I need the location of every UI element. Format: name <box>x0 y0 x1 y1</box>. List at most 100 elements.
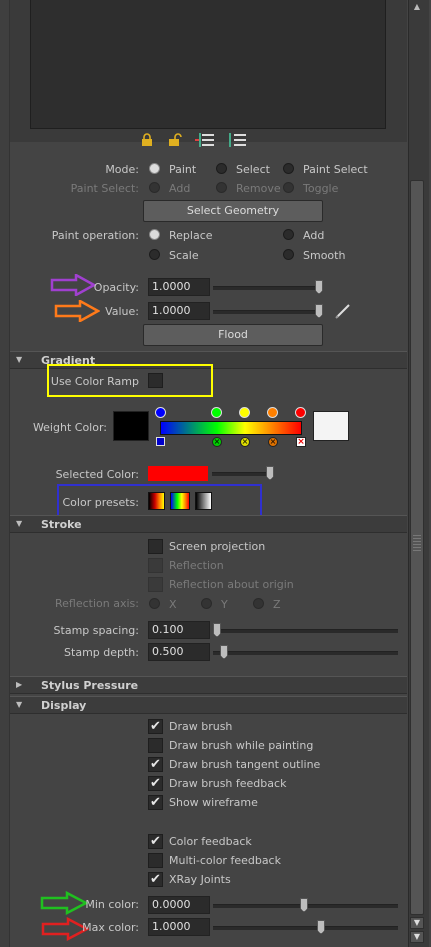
preset-grayscale-swatch[interactable] <box>195 492 212 510</box>
reflection-about-origin-checkbox[interactable] <box>148 577 163 592</box>
stamp-depth-slider-thumb[interactable] <box>220 645 228 659</box>
draw-brush-feedback-checkbox[interactable]: ✔ <box>148 776 163 791</box>
pencil-icon[interactable] <box>334 302 352 320</box>
stamp-depth-field[interactable]: 0.500 <box>148 643 210 661</box>
draw-brush-while-painting-checkbox[interactable] <box>148 738 163 753</box>
ramp-handle-orange-icon[interactable]: × <box>268 437 278 447</box>
preset-rainbow-swatch[interactable] <box>170 492 190 510</box>
ramp-marker-blue-icon[interactable] <box>155 407 166 418</box>
paint-op-replace-radio[interactable] <box>149 229 160 240</box>
draw-brush-feedback-label: Draw brush feedback <box>169 777 287 790</box>
stylus-pressure-section-title: Stylus Pressure <box>41 679 139 692</box>
max-color-slider-thumb[interactable] <box>317 920 325 934</box>
selected-color-slider-thumb[interactable] <box>266 466 274 480</box>
stamp-depth-label: Stamp depth: <box>64 646 139 659</box>
selected-color-swatch[interactable] <box>148 466 208 481</box>
display-section-title: Display <box>41 699 87 712</box>
weight-color-swatch[interactable] <box>113 411 149 441</box>
paint-select-toggle-radio[interactable] <box>283 182 294 193</box>
paint-select-add-radio[interactable] <box>149 182 160 193</box>
stamp-spacing-field[interactable]: 0.100 <box>148 621 210 639</box>
collapse-triangle-icon: ▼ <box>16 519 23 528</box>
stylus-pressure-section-header[interactable]: ▶ Stylus Pressure <box>10 676 407 694</box>
paint-select-toggle-label: Toggle <box>303 182 339 195</box>
display-section-header[interactable]: ▼ Display <box>10 696 407 714</box>
list-reset-icon[interactable] <box>195 133 215 147</box>
flood-button[interactable]: Flood <box>143 324 323 346</box>
value-field[interactable]: 1.0000 <box>148 302 210 320</box>
ramp-delete-icon[interactable]: × <box>296 437 306 447</box>
ramp-marker-yellow-icon[interactable] <box>239 407 250 418</box>
orange-arrow-icon <box>54 300 100 322</box>
reflection-about-origin-label: Reflection about origin <box>169 578 294 591</box>
mode-paint-select-radio[interactable] <box>283 163 294 174</box>
stroke-section-title: Stroke <box>41 518 82 531</box>
draw-brush-tangent-outline-checkbox[interactable]: ✔ <box>148 757 163 772</box>
selected-color-slider-track[interactable] <box>212 472 272 476</box>
ramp-end-swatch[interactable] <box>313 411 349 441</box>
show-wireframe-checkbox[interactable]: ✔ <box>148 795 163 810</box>
multi-color-feedback-label: Multi-color feedback <box>169 854 281 867</box>
stroke-section-header[interactable]: ▼ Stroke <box>10 515 407 533</box>
use-color-ramp-checkbox[interactable] <box>148 373 163 388</box>
expand-triangle-icon: ▶ <box>16 680 23 689</box>
opacity-slider-track[interactable] <box>213 286 321 290</box>
reflection-axis-y-label: Y <box>221 598 228 611</box>
scroll-bottom-icon[interactable]: ▼ <box>410 931 424 943</box>
multi-color-feedback-checkbox[interactable] <box>148 853 163 868</box>
unlock-icon[interactable] <box>168 133 182 147</box>
stamp-spacing-slider-track[interactable] <box>213 629 398 633</box>
lock-icon[interactable] <box>141 133 153 147</box>
ramp-marker-red-icon[interactable] <box>295 407 306 418</box>
mode-paint-radio[interactable] <box>149 163 160 174</box>
panel-left-edge <box>0 0 10 947</box>
paint-op-add-radio[interactable] <box>283 229 294 240</box>
show-wireframe-label: Show wireframe <box>169 796 258 809</box>
preset-heat-swatch[interactable] <box>148 492 165 510</box>
paint-op-add-label: Add <box>303 229 325 242</box>
value-slider-track[interactable] <box>213 310 321 314</box>
stamp-spacing-slider-thumb[interactable] <box>213 623 221 637</box>
ramp-marker-green-icon[interactable] <box>211 407 222 418</box>
paint-op-replace-label: Replace <box>169 229 213 242</box>
scroll-down-icon[interactable]: ▼ <box>410 917 424 929</box>
paint-op-smooth-radio[interactable] <box>283 249 294 260</box>
min-color-field[interactable]: 0.0000 <box>148 896 210 914</box>
paint-op-scale-radio[interactable] <box>149 249 160 260</box>
reflection-axis-x-radio[interactable] <box>149 598 160 609</box>
preview-viewport <box>30 0 386 129</box>
scroll-up-icon[interactable]: ▲ <box>411 2 423 12</box>
reflection-axis-x-label: X <box>169 598 177 611</box>
selected-color-label: Selected Color: <box>55 468 139 481</box>
reflection-label: Reflection <box>169 559 224 572</box>
list-icon[interactable] <box>228 133 248 147</box>
select-geometry-button[interactable]: Select Geometry <box>143 200 323 222</box>
min-color-slider-thumb[interactable] <box>300 898 308 912</box>
collapse-triangle-icon: ▼ <box>16 355 23 364</box>
color-ramp[interactable] <box>160 421 302 435</box>
reflection-axis-label: Reflection axis: <box>55 597 139 610</box>
mode-label: Mode: <box>105 163 139 176</box>
paint-select-label: Paint Select: <box>70 182 139 195</box>
draw-brush-checkbox[interactable]: ✔ <box>148 719 163 734</box>
max-color-field[interactable]: 1.0000 <box>148 918 210 936</box>
max-color-slider-track[interactable] <box>213 926 398 930</box>
ramp-handle-green-icon[interactable]: × <box>212 437 222 447</box>
color-feedback-checkbox[interactable]: ✔ <box>148 834 163 849</box>
ramp-handle-yellow-icon[interactable]: × <box>240 437 250 447</box>
mode-select-radio[interactable] <box>216 163 227 174</box>
opacity-slider-thumb[interactable] <box>315 280 323 294</box>
paint-select-remove-radio[interactable] <box>216 182 227 193</box>
reflection-checkbox[interactable] <box>148 558 163 573</box>
xray-joints-checkbox[interactable]: ✔ <box>148 872 163 887</box>
screen-projection-checkbox[interactable] <box>148 539 163 554</box>
value-slider-thumb[interactable] <box>315 304 323 318</box>
paint-select-remove-label: Remove <box>236 182 281 195</box>
reflection-axis-z-radio[interactable] <box>253 598 264 609</box>
ramp-marker-orange-icon[interactable] <box>267 407 278 418</box>
opacity-field[interactable]: 1.0000 <box>148 278 210 296</box>
stamp-depth-slider-track[interactable] <box>213 651 398 655</box>
reflection-axis-y-radio[interactable] <box>201 598 212 609</box>
max-color-label: Max color: <box>82 921 139 934</box>
ramp-handle-blue-icon[interactable] <box>156 437 165 446</box>
